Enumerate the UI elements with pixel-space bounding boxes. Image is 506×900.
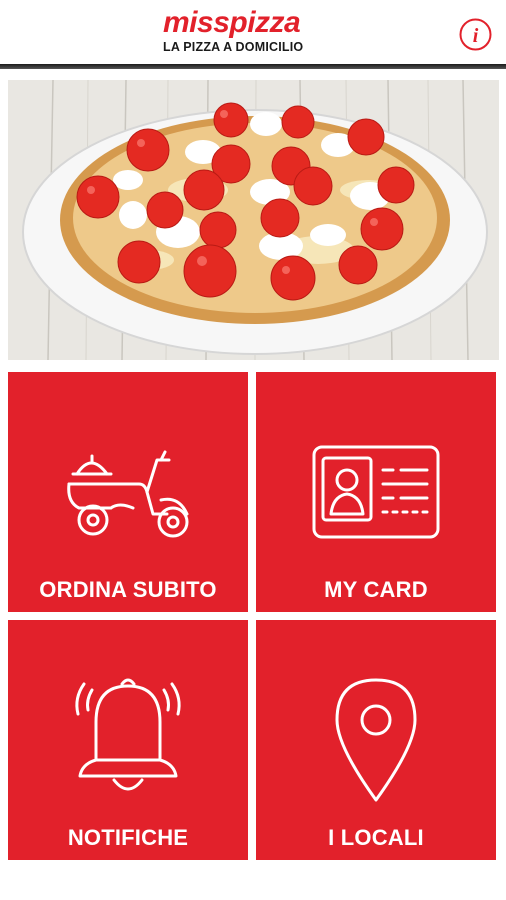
pizza-photo — [8, 80, 499, 360]
locations-label: I LOCALI — [328, 825, 424, 850]
order-now-label: ORDINA SUBITO — [39, 577, 217, 602]
logo-wordmark: misspizza — [163, 6, 301, 39]
header-divider — [0, 64, 506, 69]
id-card-icon — [312, 445, 440, 539]
scooter-delivery-icon — [67, 450, 189, 538]
notifications-tile[interactable]: NOTIFICHE — [8, 620, 248, 860]
svg-text:i: i — [473, 25, 479, 47]
brand-logo: misspizza LA PIZZA A DOMICILIO — [163, 6, 343, 55]
locations-tile[interactable]: I LOCALI — [256, 620, 496, 860]
info-button[interactable]: i — [459, 18, 492, 51]
my-card-tile[interactable]: MY CARD — [256, 372, 496, 612]
notifications-label: NOTIFICHE — [67, 825, 189, 850]
info-icon: i — [459, 18, 492, 51]
order-now-tile[interactable]: ORDINA SUBITO — [8, 372, 248, 612]
bell-icon — [75, 678, 181, 791]
app-header: misspizza LA PIZZA A DOMICILIO i — [0, 0, 506, 64]
logo-tagline: LA PIZZA A DOMICILIO — [163, 40, 304, 54]
my-card-label: MY CARD — [324, 577, 428, 602]
location-pin-icon — [335, 678, 417, 802]
